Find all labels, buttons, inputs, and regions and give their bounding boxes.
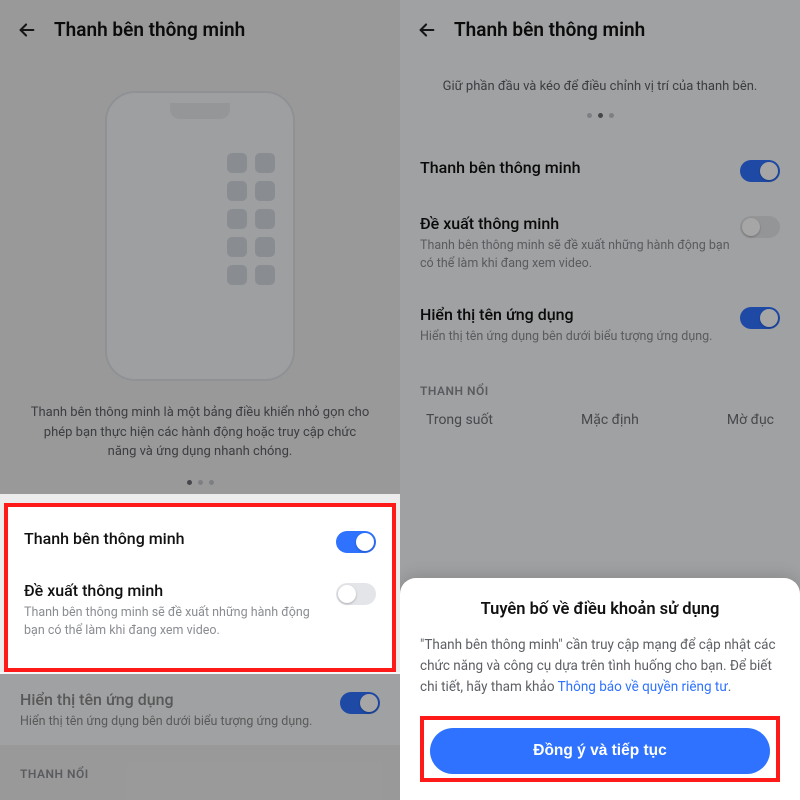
sheet-body: "Thanh bên thông minh" cần truy cập mạng…: [420, 635, 780, 698]
setting-description: Hiển thị tên ứng dụng bên dưới biểu tượn…: [20, 713, 330, 731]
smart-suggest-toggle-row[interactable]: Đề xuất thông minh Thanh bên thông minh …: [24, 567, 376, 654]
opacity-transparent-label: Trong suốt: [426, 412, 493, 428]
smart-sidebar-toggle[interactable]: [740, 160, 780, 182]
header: Thanh bên thông minh: [0, 0, 400, 51]
back-arrow-icon[interactable]: [16, 19, 38, 41]
back-arrow-icon[interactable]: [416, 19, 438, 41]
smart-sidebar-toggle-row[interactable]: Thanh bên thông minh: [420, 142, 780, 198]
setting-description: Thanh bên thông minh sẽ đề xuất những hà…: [24, 604, 326, 640]
privacy-notice-link[interactable]: Thông báo về quyền riêng tư: [558, 679, 728, 695]
smart-suggest-toggle[interactable]: [740, 216, 780, 238]
show-app-name-toggle[interactable]: [340, 692, 380, 714]
smart-suggest-toggle-row[interactable]: Đề xuất thông minh Thanh bên thông minh …: [420, 198, 780, 289]
page-indicator: [400, 105, 800, 136]
smart-sidebar-toggle-row[interactable]: Thanh bên thông minh: [24, 515, 376, 567]
show-app-name-toggle-row[interactable]: Hiển thị tên ứng dụng Hiển thị tên ứng d…: [420, 289, 780, 362]
opacity-default-label: Mặc định: [581, 412, 639, 428]
left-screenshot: Thanh bên thông minh Thanh bên thông min…: [0, 0, 400, 800]
page-title: Thanh bên thông minh: [454, 18, 645, 41]
setting-label: Thanh bên thông minh: [420, 158, 730, 177]
setting-description: Hiển thị tên ứng dụng bên dưới biểu tượn…: [420, 328, 730, 346]
phone-illustration: [0, 51, 400, 381]
page-title: Thanh bên thông minh: [54, 18, 245, 41]
section-header-handle: THANH NỔI: [400, 362, 800, 402]
setting-description: Thanh bên thông minh sẽ đề xuất những hà…: [420, 237, 730, 273]
terms-bottom-sheet: Tuyên bố về điều khoản sử dụng "Thanh bê…: [400, 578, 800, 800]
highlighted-button-area: Đồng ý và tiếp tục: [420, 716, 780, 782]
opacity-opaque-label: Mờ đục: [727, 412, 774, 428]
setting-label: Đề xuất thông minh: [24, 581, 326, 600]
setting-label: Thanh bên thông minh: [24, 529, 326, 548]
show-app-name-toggle[interactable]: [740, 307, 780, 329]
opacity-slider-labels[interactable]: Trong suốt Mặc định Mờ đục: [400, 402, 800, 428]
agree-continue-button[interactable]: Đồng ý và tiếp tục: [430, 728, 770, 774]
right-screenshot: Thanh bên thông minh Giữ phần đầu và kéo…: [400, 0, 800, 800]
setting-label: Hiển thị tên ứng dụng: [20, 690, 330, 709]
drag-instruction: Giữ phần đầu và kéo để điều chỉnh vị trí…: [400, 51, 800, 105]
header: Thanh bên thông minh: [400, 0, 800, 51]
show-app-name-toggle-row[interactable]: Hiển thị tên ứng dụng Hiển thị tên ứng d…: [20, 676, 380, 745]
intro-description: Thanh bên thông minh là một bảng điều kh…: [0, 381, 400, 472]
smart-sidebar-toggle[interactable]: [336, 531, 376, 553]
smart-suggest-toggle[interactable]: [336, 583, 376, 605]
section-header-handle: THANH NỔI: [0, 745, 400, 785]
sheet-title: Tuyên bố về điều khoản sử dụng: [420, 600, 780, 619]
highlighted-settings: Thanh bên thông minh Đề xuất thông minh …: [4, 503, 396, 672]
setting-label: Đề xuất thông minh: [420, 214, 730, 233]
setting-label: Hiển thị tên ứng dụng: [420, 305, 730, 324]
page-indicator: [0, 472, 400, 503]
